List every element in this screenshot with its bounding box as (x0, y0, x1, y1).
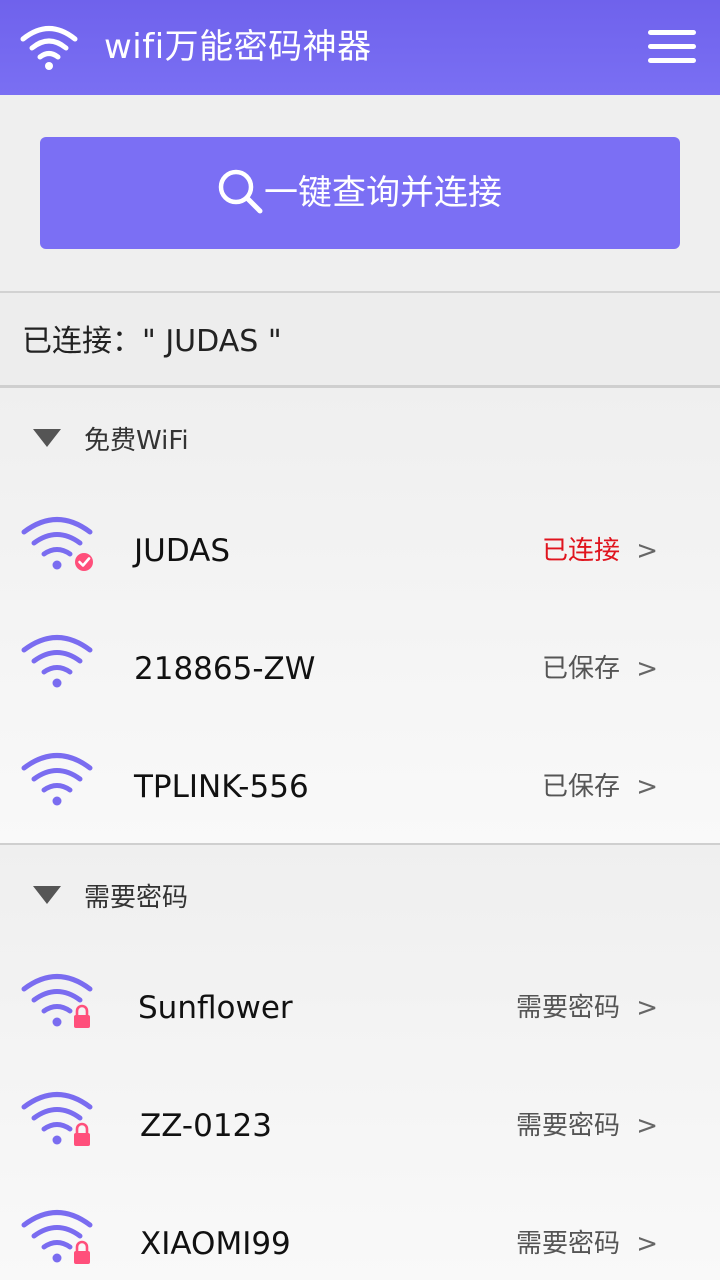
connected-status-bar: 已连接：" JUDAS " (0, 291, 720, 388)
wifi-row-218865-zw[interactable]: 218865-ZW 已保存 > (0, 610, 720, 728)
wifi-icon (21, 753, 93, 806)
chevron-right-icon: > (636, 772, 658, 802)
wifi-locked-icon (21, 1092, 93, 1146)
wifi-row-tplink-556[interactable]: TPLINK-556 已保存 > (0, 728, 720, 846)
network-name: XIAOMI99 (140, 1226, 291, 1262)
network-name: ZZ-0123 (140, 1108, 273, 1144)
chevron-right-icon: > (636, 1111, 658, 1141)
wifi-row-judas[interactable]: JUDAS 已连接 > (0, 492, 720, 610)
app-header: wifi万能密码神器 (0, 0, 720, 95)
chevron-right-icon: > (636, 1229, 658, 1259)
section-header-free-wifi[interactable]: 免费WiFi (0, 388, 720, 492)
wifi-icon (20, 26, 78, 70)
collapse-triangle-icon (33, 886, 61, 904)
search-icon (218, 169, 263, 214)
scan-area: 一键查询并连接 (0, 95, 720, 291)
network-status: 需要密码 (515, 993, 620, 1023)
menu-icon[interactable] (648, 30, 696, 64)
section-header-password-required[interactable]: 需要密码 (0, 845, 720, 949)
network-status: 已保存 (541, 772, 620, 802)
wifi-row-zz-0123[interactable]: ZZ-0123 需要密码 > (0, 1067, 720, 1185)
network-name: TPLINK-556 (134, 769, 309, 805)
wifi-locked-icon (21, 1210, 93, 1264)
collapse-triangle-icon (33, 429, 61, 447)
password-required-section: 需要密码 Sunflower 需要密码 > ZZ-0123 需要密码 > XIA… (0, 845, 720, 1280)
network-name: Sunflower (138, 990, 293, 1026)
section-title: 免费WiFi (84, 426, 189, 456)
wifi-connected-icon (21, 517, 93, 571)
free-wifi-section: 免费WiFi JUDAS 已连接 > 218865-ZW 已保存 > TPLIN… (0, 388, 720, 845)
wifi-row-xiaomi99[interactable]: XIAOMI99 需要密码 > (0, 1185, 720, 1280)
chevron-right-icon: > (636, 654, 658, 684)
app-title: wifi万能密码神器 (104, 27, 372, 67)
wifi-icon (21, 635, 93, 688)
section-title: 需要密码 (84, 883, 189, 913)
network-name: JUDAS (134, 533, 231, 569)
network-name: 218865-ZW (134, 651, 316, 687)
chevron-right-icon: > (636, 536, 658, 566)
chevron-right-icon: > (636, 993, 658, 1023)
scan-connect-label: 一键查询并连接 (264, 173, 502, 213)
network-status: 需要密码 (515, 1229, 620, 1259)
network-status: 已连接 (541, 536, 620, 566)
connected-network-text: 已连接：" JUDAS " (22, 324, 282, 359)
wifi-row-sunflower[interactable]: Sunflower 需要密码 > (0, 949, 720, 1067)
scan-connect-button[interactable]: 一键查询并连接 (40, 137, 680, 249)
wifi-locked-icon (21, 974, 93, 1028)
network-status: 需要密码 (515, 1111, 620, 1141)
network-status: 已保存 (541, 654, 620, 684)
